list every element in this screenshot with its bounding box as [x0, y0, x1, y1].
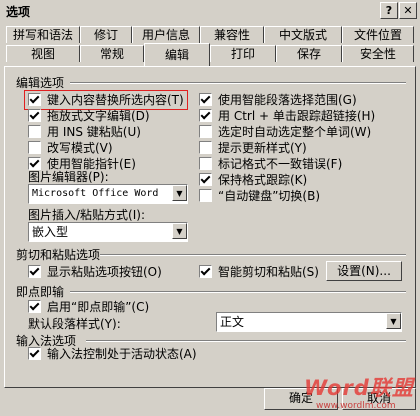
checkbox[interactable] [28, 346, 41, 360]
tab-track-changes[interactable]: 修订 [80, 26, 132, 43]
option-enable-click-type[interactable]: 启用“即点即输”(C) [28, 298, 149, 314]
checkbox[interactable] [28, 264, 41, 278]
option-typing-replaces[interactable]: 键入内容替换所选内容(T) [28, 91, 184, 107]
picture-editor-label: 图片编辑器(P): [28, 170, 109, 184]
checkbox[interactable] [199, 172, 212, 186]
checkbox[interactable] [199, 124, 212, 138]
insert-paste-select[interactable]: 嵌入型 ▼ [28, 222, 188, 242]
tab-user-info[interactable]: 用户信息 [132, 26, 200, 43]
insert-paste-label: 图片插入/粘贴方式(I): [28, 208, 145, 222]
tab-compatibility[interactable]: 兼容性 [200, 26, 264, 43]
option-drag-drop[interactable]: 拖放式文字编辑(D) [28, 107, 150, 123]
divider [70, 82, 406, 84]
default-style-select[interactable]: 正文 ▼ [216, 312, 402, 332]
settings-button[interactable]: 设置(N)... [326, 261, 402, 281]
checkbox[interactable] [199, 108, 212, 122]
tab-edit[interactable]: 编辑 [144, 43, 210, 66]
tab-spelling[interactable]: 拼写和语法 [6, 26, 80, 43]
tab-view[interactable]: 视图 [6, 45, 80, 62]
help-button[interactable]: ? [380, 2, 398, 19]
divider [70, 291, 406, 293]
checkbox[interactable] [28, 299, 41, 313]
option-overtype[interactable]: 改写模式(V) [28, 139, 113, 155]
checkbox[interactable] [199, 264, 212, 278]
checkbox[interactable] [199, 188, 212, 202]
option-smart-paragraph[interactable]: 使用智能段落选择范围(G) [199, 91, 357, 107]
checkbox[interactable] [28, 140, 41, 154]
option-ins-paste[interactable]: 用 INS 键粘贴(U) [28, 123, 141, 139]
option-prompt-style[interactable]: 提示更新样式(Y) [199, 139, 307, 155]
tab-general[interactable]: 常规 [80, 45, 144, 62]
checkbox[interactable] [28, 124, 41, 138]
chevron-down-icon[interactable]: ▼ [172, 223, 187, 239]
tab-asian-typography[interactable]: 中文版式 [264, 26, 342, 43]
checkbox[interactable] [199, 92, 212, 106]
tab-file-locations[interactable]: 文件位置 [342, 26, 414, 43]
title-bar: 选项 ? ✕ [0, 0, 420, 22]
tab-save[interactable]: 保存 [276, 45, 342, 62]
option-smart-cut[interactable]: 智能剪切和粘贴(S) [199, 263, 319, 279]
tab-security[interactable]: 安全性 [342, 45, 414, 62]
watermark-logo: Word联盟 www.wordlm.com [300, 370, 418, 414]
tab-print[interactable]: 打印 [210, 45, 276, 62]
section-cut-paste: 剪切和粘贴选项 [16, 248, 101, 262]
picture-editor-select[interactable]: Microsoft Office Word ▼ [28, 184, 188, 204]
watermark-brand: Word联盟 [304, 376, 414, 400]
watermark-url: www.wordlm.com [316, 401, 396, 411]
divider [86, 340, 406, 342]
chevron-down-icon[interactable]: ▼ [386, 313, 401, 329]
option-auto-keyboard[interactable]: “自动键盘”切换(B) [199, 187, 320, 203]
chevron-down-icon[interactable]: ▼ [172, 185, 187, 201]
option-ctrl-click[interactable]: 用 Ctrl + 单击跟踪超链接(H) [199, 107, 375, 123]
option-keep-formatting[interactable]: 保持格式跟踪(K) [199, 171, 307, 187]
close-button[interactable]: ✕ [399, 2, 417, 19]
checkbox[interactable] [199, 156, 212, 170]
checkbox[interactable] [28, 108, 41, 122]
section-edit-options: 编辑选项 [16, 76, 65, 90]
option-ime-control[interactable]: 输入法控制处于活动状态(A) [28, 345, 197, 361]
divider [100, 254, 406, 256]
checkbox[interactable] [199, 140, 212, 154]
checkbox[interactable] [28, 92, 41, 106]
option-mark-inconsistency[interactable]: 标记格式不一致错误(F) [199, 155, 342, 171]
window-title: 选项 [6, 5, 31, 19]
option-select-word[interactable]: 选定时自动选定整个单词(W) [199, 123, 371, 139]
option-show-paste-buttons[interactable]: 显示粘贴选项按钮(O) [28, 263, 162, 279]
default-style-label: 默认段落样式(Y): [28, 317, 121, 331]
